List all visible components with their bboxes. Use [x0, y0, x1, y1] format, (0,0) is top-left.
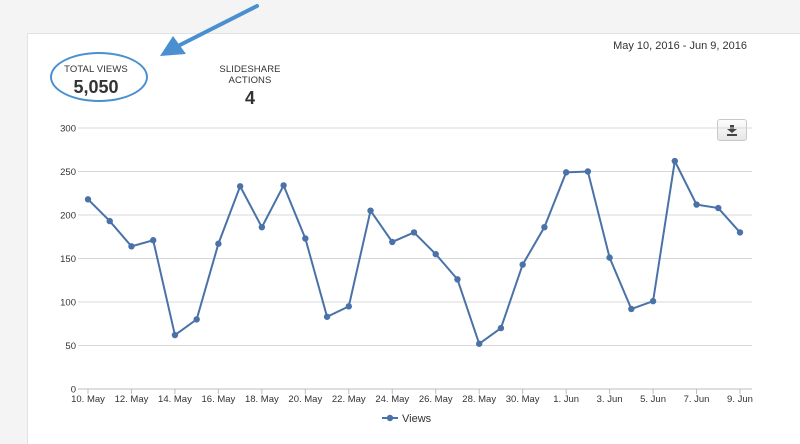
views-data-point[interactable] [432, 250, 439, 258]
views-data-point[interactable] [476, 340, 483, 347]
x-tick-label: 9. Jun [727, 394, 753, 405]
views-data-point[interactable] [562, 169, 570, 176]
x-tick-label: 16. May [202, 394, 236, 405]
views-data-point[interactable] [584, 168, 592, 175]
views-data-point[interactable] [671, 157, 678, 165]
views-data-point[interactable] [367, 207, 374, 214]
views-data-point[interactable] [193, 316, 200, 323]
x-tick-label: 30. May [506, 394, 540, 405]
x-tick-label: 3. Jun [597, 394, 623, 405]
views-data-point[interactable] [693, 201, 700, 208]
y-tick-label: 200 [60, 211, 76, 222]
views-data-point[interactable] [84, 196, 92, 203]
arrow-icon [160, 4, 259, 56]
legend-marker [386, 414, 394, 422]
views-data-point[interactable] [389, 238, 396, 246]
x-tick-label: 24. May [375, 394, 409, 405]
views-data-point[interactable] [215, 240, 222, 247]
views-data-point[interactable] [171, 331, 179, 339]
views-data-point[interactable] [258, 223, 266, 231]
views-data-point[interactable] [519, 261, 526, 268]
views-data-point[interactable] [454, 276, 461, 283]
y-tick-label: 300 [60, 124, 76, 135]
views-data-point[interactable] [150, 237, 157, 244]
x-tick-label: 7. Jun [684, 394, 710, 405]
views-line-chart: 050100150200250300 10. May 12. May 14. May… [60, 4, 753, 425]
views-data-point[interactable] [345, 303, 352, 310]
x-tick-label: 12. May [115, 394, 149, 405]
views-data-point[interactable] [736, 229, 744, 236]
views-data-point[interactable] [323, 313, 331, 320]
views-series-line [87, 157, 741, 346]
views-data-point[interactable] [541, 223, 548, 231]
views-data-point[interactable] [410, 229, 418, 236]
x-tick-label: 22. May [332, 394, 366, 405]
x-tick-label: 5. Jun [640, 394, 666, 405]
y-tick-label: 50 [65, 341, 76, 352]
y-tick-label: 150 [60, 254, 76, 265]
views-data-point[interactable] [280, 182, 287, 189]
legend-label-views[interactable]: Views [402, 413, 432, 425]
views-data-point[interactable] [128, 243, 135, 250]
y-tick-label: 250 [60, 167, 76, 178]
x-tick-label: 10. May [71, 394, 105, 405]
views-data-point[interactable] [497, 324, 505, 332]
y-tick-label: 100 [60, 298, 76, 309]
x-tick-label: 14. May [158, 394, 192, 405]
views-data-point[interactable] [628, 305, 635, 313]
views-data-point[interactable] [715, 204, 722, 212]
x-tick-label: 28. May [462, 394, 496, 405]
x-tick-label: 18. May [245, 394, 279, 405]
views-data-point[interactable] [649, 297, 657, 305]
views-data-point[interactable] [236, 183, 244, 190]
x-tick-label: 26. May [419, 394, 453, 405]
views-data-point[interactable] [106, 217, 113, 225]
x-tick-label: 1. Jun [553, 394, 579, 405]
views-data-point[interactable] [302, 235, 309, 242]
x-tick-label: 20. May [288, 394, 322, 405]
views-data-point[interactable] [606, 254, 613, 261]
